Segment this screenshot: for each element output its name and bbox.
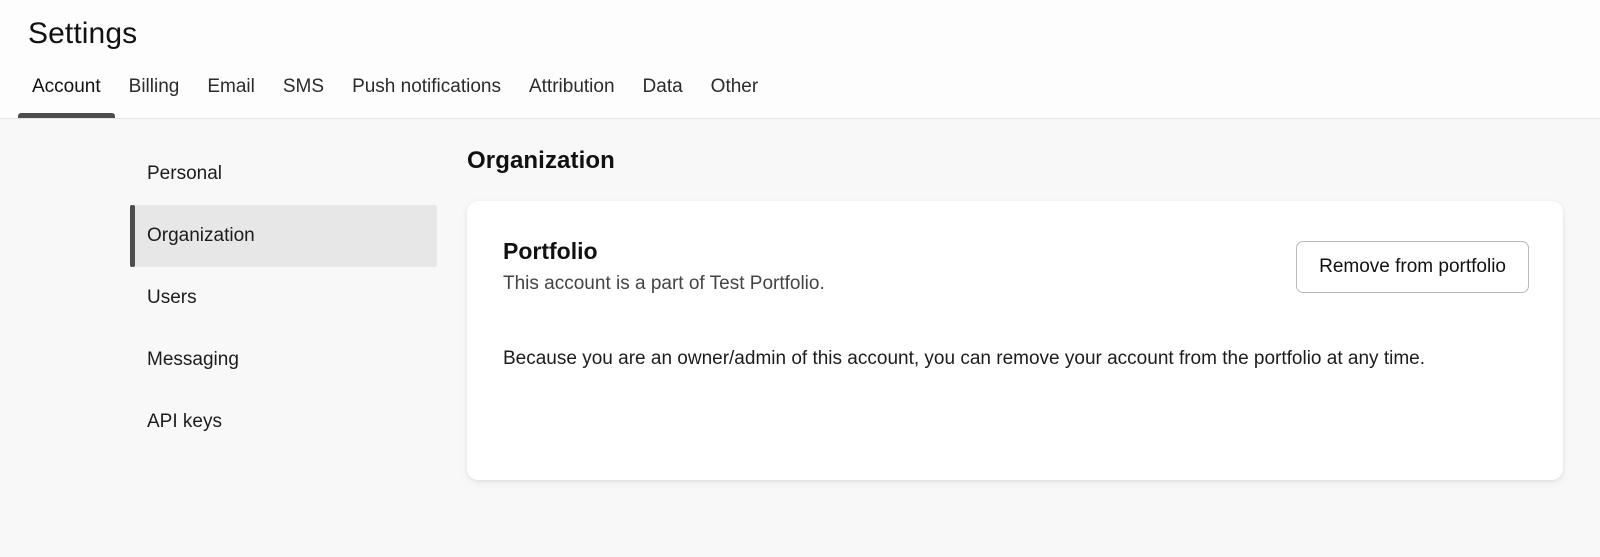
tab-attribution-label: Attribution: [529, 76, 615, 97]
tab-email[interactable]: Email: [193, 76, 269, 118]
page-header: Settings Account Billing Email SMS Push …: [0, 0, 1600, 119]
settings-page: Settings Account Billing Email SMS Push …: [0, 0, 1600, 557]
tab-account-label: Account: [32, 76, 101, 97]
settings-sidebar: Personal Organization Users Messaging AP…: [0, 119, 467, 557]
tab-data-label: Data: [643, 76, 683, 97]
page-body: Personal Organization Users Messaging AP…: [0, 119, 1600, 557]
sidebar-item-personal-label: Personal: [147, 163, 222, 185]
tab-other-label: Other: [711, 76, 759, 97]
sidebar-item-api-keys[interactable]: API keys: [130, 391, 437, 453]
settings-tabs: Account Billing Email SMS Push notificat…: [0, 70, 1600, 118]
page-title: Settings: [0, 0, 1600, 54]
tab-other[interactable]: Other: [697, 76, 773, 118]
portfolio-description: Because you are an owner/admin of this a…: [503, 341, 1463, 377]
portfolio-heading: Portfolio: [503, 237, 825, 265]
tab-billing-label: Billing: [129, 76, 180, 97]
portfolio-card: Portfolio This account is a part of Test…: [467, 201, 1563, 480]
sidebar-item-messaging[interactable]: Messaging: [130, 329, 437, 391]
sidebar-item-messaging-label: Messaging: [147, 349, 239, 371]
tab-attribution[interactable]: Attribution: [515, 76, 629, 118]
sidebar-item-users[interactable]: Users: [130, 267, 437, 329]
sidebar-item-organization[interactable]: Organization: [130, 205, 437, 267]
settings-main: Organization Portfolio This account is a…: [467, 119, 1600, 557]
tab-data[interactable]: Data: [629, 76, 697, 118]
section-title: Organization: [467, 147, 1563, 175]
sidebar-item-api-keys-label: API keys: [147, 411, 222, 433]
portfolio-card-text: Portfolio This account is a part of Test…: [503, 237, 825, 297]
tab-sms[interactable]: SMS: [269, 76, 338, 118]
tab-email-label: Email: [207, 76, 255, 97]
tab-billing[interactable]: Billing: [115, 76, 194, 118]
sidebar-item-users-label: Users: [147, 287, 197, 309]
tab-sms-label: SMS: [283, 76, 324, 97]
portfolio-card-header: Portfolio This account is a part of Test…: [503, 237, 1529, 297]
tab-push-notifications[interactable]: Push notifications: [338, 76, 515, 118]
sidebar-item-personal[interactable]: Personal: [130, 143, 437, 205]
portfolio-subtitle: This account is a part of Test Portfolio…: [503, 271, 825, 297]
tab-push-notifications-label: Push notifications: [352, 76, 501, 97]
tab-account[interactable]: Account: [18, 76, 115, 118]
remove-from-portfolio-button[interactable]: Remove from portfolio: [1296, 241, 1529, 293]
sidebar-item-organization-label: Organization: [147, 225, 255, 247]
